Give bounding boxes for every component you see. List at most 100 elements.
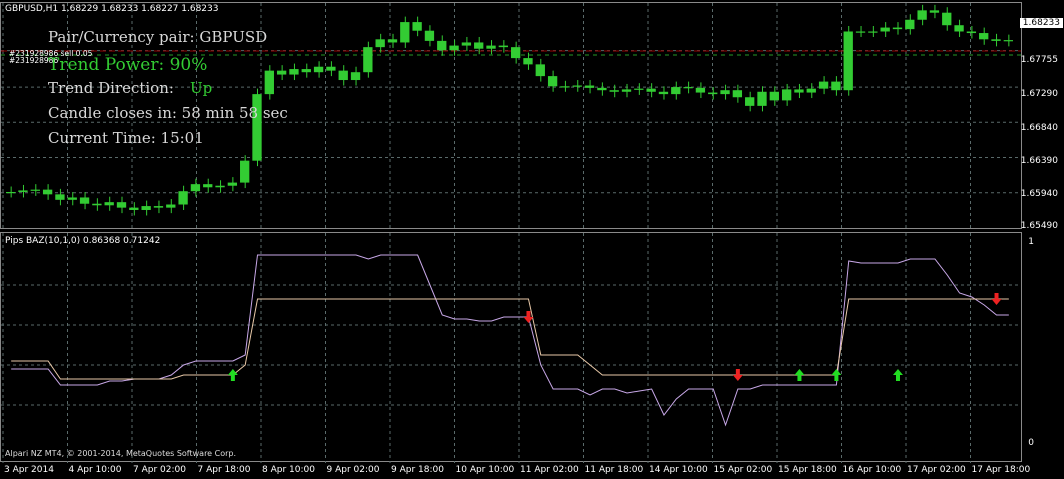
candle [276,70,287,75]
trend-direction-value: Up [190,79,213,97]
candle [560,86,570,88]
x-tick-label: 11 Apr 18:00 [584,465,644,475]
indicator-line-signal [11,298,1009,380]
candle [104,202,114,206]
candle-close-text: Candle closes in: 58 min 58 sec [48,104,288,122]
candle [535,64,545,77]
sell-arrow-icon [732,369,743,381]
x-tick-label: 17 Apr 18:00 [971,465,1031,475]
candle [621,89,632,92]
candle [30,189,40,191]
trend-power-text: Trend Power: 90% [48,55,208,75]
candle [42,189,53,195]
candle [474,42,484,49]
x-tick-label: 4 Apr 10:00 [68,465,122,475]
candle [523,58,533,65]
candle [929,10,940,13]
candle [966,31,977,34]
candle [498,45,508,48]
x-tick-label: 17 Apr 02:00 [907,465,966,475]
buy-arrow-icon [227,369,238,381]
candle [486,45,496,49]
candle [806,88,816,93]
candle [979,33,989,40]
candle [732,90,743,98]
x-tick-label: 16 Apr 10:00 [842,465,902,475]
candle [18,190,28,192]
symbol-header: GBPUSD,H1 1.68229 1.68233 1.68227 1.6823… [5,4,219,14]
candle [954,25,964,32]
indicator-svg [1,233,1021,463]
buy-arrow-icon [831,369,842,381]
candle [708,92,718,95]
buy-arrow-icon [892,369,903,381]
candle [892,27,903,30]
candle [55,194,65,200]
x-tick-label: 9 Apr 02:00 [326,465,380,475]
candle [769,91,779,101]
current-price-tag: 1.68233 [1019,18,1063,28]
candle [424,30,435,41]
candle [153,206,164,208]
candle [745,97,755,106]
candle [141,206,151,210]
trend-direction-label: Trend Direction: [48,79,174,97]
candle [437,40,447,51]
candle [166,204,176,208]
x-tick-label: 7 Apr 02:00 [133,465,186,475]
candle [584,85,595,88]
candle [658,91,669,95]
candle [6,191,16,194]
candle [215,185,225,188]
candle [461,42,472,46]
candle [991,39,1001,41]
candle [412,22,422,31]
candle [695,87,706,93]
candle [818,81,829,89]
candle [831,81,841,91]
x-tick-label: 11 Apr 02:00 [520,465,579,475]
candle [646,88,656,92]
y-tick-label: 1.67290 [1020,89,1058,99]
candle [92,203,102,206]
candle [511,47,521,59]
candle [905,19,915,30]
candle [264,70,274,95]
candle [301,69,311,73]
x-tick-label: 9 Apr 18:00 [391,465,444,475]
x-tick-label: 7 Apr 18:00 [197,465,251,475]
indicator-panel[interactable] [0,232,1022,463]
candle [597,87,607,91]
candle [190,184,201,192]
indicator-header: Pips BAZ(10,1,0) 0.86368 0.71242 [5,236,161,246]
ind-y-tick-label: 0 [1028,438,1034,448]
x-tick-label: 15 Apr 18:00 [778,465,837,475]
candle [781,89,792,101]
candle [387,39,398,43]
candle [326,66,336,71]
candle [227,182,238,186]
sell-arrow-icon [991,293,1002,305]
candle [547,76,558,87]
candle [794,89,804,93]
candle [240,160,250,183]
candle [868,31,878,33]
candle [178,191,188,205]
candle [289,69,299,75]
candle [116,202,127,208]
candle [338,70,348,81]
candle [757,91,767,106]
candle [572,85,582,87]
buy-arrow-icon [794,369,805,381]
current-time-text: Current Time: 15:01 [48,129,204,147]
candle [449,45,459,51]
y-tick-label: 1.65940 [1020,189,1058,199]
candle [203,184,213,188]
candle [843,31,853,91]
candle [363,47,373,73]
candle [720,90,730,95]
candle [313,66,324,73]
candle [880,27,890,32]
candle [350,72,361,81]
ind-y-tick-label: 1 [1028,237,1034,247]
